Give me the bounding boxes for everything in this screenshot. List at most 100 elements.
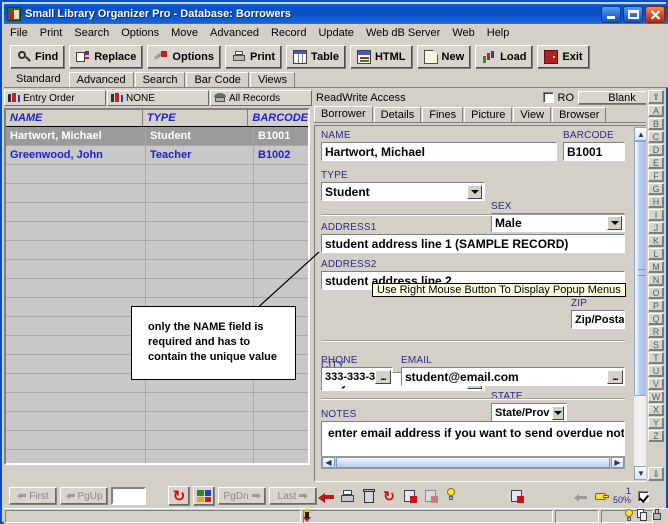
menu-item-update[interactable]: Update [312, 25, 359, 41]
table-row-empty[interactable] [6, 222, 308, 241]
back-nav-icon[interactable] [570, 487, 589, 505]
menu-item-print[interactable]: Print [34, 25, 69, 41]
find-button[interactable]: Find [10, 45, 66, 69]
table-row-empty[interactable] [6, 203, 308, 222]
type-combobox[interactable]: Student [321, 182, 485, 201]
alpha-index-l[interactable]: L [648, 248, 664, 260]
table-row-empty[interactable] [6, 450, 308, 463]
alpha-index-k[interactable]: K [648, 235, 664, 247]
new-button[interactable]: New [416, 45, 472, 69]
alpha-index-p[interactable]: P [648, 300, 664, 312]
tab-standard[interactable]: Standard [8, 71, 68, 87]
table-button[interactable]: Table [286, 45, 346, 69]
table-row-empty[interactable] [6, 184, 308, 203]
menu-item-advanced[interactable]: Advanced [204, 25, 265, 41]
email-input[interactable]: student@email.com ... [401, 367, 625, 386]
record-scope-selector[interactable]: All Records [210, 90, 312, 106]
html-button[interactable]: HTML [349, 45, 413, 69]
alpha-index-v[interactable]: V [648, 378, 664, 390]
records-grid[interactable]: NAME TYPE BARCODE Hartwort, Michael Stud… [4, 108, 310, 465]
alpha-index-x[interactable]: X [648, 404, 664, 416]
alpha-index-o[interactable]: O [648, 287, 664, 299]
minimize-icon[interactable] [601, 5, 621, 23]
address1-input[interactable]: student address line 1 (SAMPLE RECORD) [321, 234, 625, 253]
tab-picture[interactable]: Picture [464, 107, 513, 122]
record-number-input[interactable] [111, 487, 147, 505]
hand-pointer-icon[interactable] [591, 487, 610, 505]
print-button[interactable]: Print [224, 45, 283, 69]
load-button[interactable]: Load [475, 45, 534, 69]
color-blocks-icon[interactable] [193, 486, 215, 506]
name-input[interactable]: Hartwort, Michael [321, 142, 557, 161]
save-record-icon[interactable] [401, 487, 419, 505]
alpha-index-i[interactable]: I [648, 209, 664, 221]
tab-advanced[interactable]: Advanced [68, 72, 134, 87]
read-only-checkbox[interactable] [542, 92, 554, 103]
alpha-index-g[interactable]: G [648, 183, 664, 195]
table-row-empty[interactable] [6, 165, 308, 184]
phone-more-button[interactable]: ... [375, 370, 391, 384]
scrollbar-thumb[interactable] [336, 457, 610, 468]
lock-icon[interactable] [650, 509, 662, 521]
column-header-barcode[interactable]: BARCODE [248, 110, 308, 126]
scroll-left-icon[interactable]: ◀ [322, 457, 335, 468]
alpha-index-t[interactable]: T [648, 352, 664, 364]
alpha-index-j[interactable]: J [648, 222, 664, 234]
table-row-empty[interactable] [6, 431, 308, 450]
up-arrow-icon[interactable]: ⇧ [648, 90, 664, 104]
delete-trash-icon[interactable] [359, 487, 377, 505]
alpha-index-n[interactable]: N [648, 274, 664, 286]
alpha-index-b[interactable]: B [648, 118, 664, 130]
alpha-index-m[interactable]: M [648, 261, 664, 273]
page-up-button[interactable]: PgUp [60, 487, 108, 505]
zoom-checkbox[interactable] [638, 490, 649, 502]
barcode-input[interactable]: B1001 [563, 142, 625, 161]
table-row-empty[interactable] [6, 260, 308, 279]
menu-item-search[interactable]: Search [68, 25, 115, 41]
menu-item-web-db-server[interactable]: Web dB Server [360, 25, 446, 41]
lightbulb-icon[interactable] [443, 487, 461, 505]
chevron-down-icon[interactable] [467, 185, 482, 199]
alpha-index-s[interactable]: S [648, 339, 664, 351]
table-row[interactable]: Greenwood, John Teacher B1002 [6, 146, 308, 165]
table-row-empty[interactable] [6, 279, 308, 298]
tab-search[interactable]: Search [134, 72, 186, 87]
tab-bar-code[interactable]: Bar Code [186, 72, 249, 87]
alpha-index-f[interactable]: F [648, 170, 664, 182]
menu-item-options[interactable]: Options [115, 25, 165, 41]
tab-view[interactable]: View [513, 107, 552, 122]
alpha-index-a[interactable]: A [648, 105, 664, 117]
down-arrow-icon[interactable]: ⇩ [648, 467, 664, 481]
menu-item-file[interactable]: File [4, 25, 34, 41]
replace-button[interactable]: Replace [69, 45, 144, 69]
page-down-button[interactable]: PgDn [218, 487, 266, 505]
back-arrow-icon[interactable] [317, 487, 335, 505]
alpha-index-r[interactable]: R [648, 326, 664, 338]
alpha-index-w[interactable]: W [648, 391, 664, 403]
alpha-index-h[interactable]: H [648, 196, 664, 208]
notes-horizontal-scrollbar[interactable]: ◀ ▶ [321, 456, 625, 469]
save-record-icon[interactable] [508, 487, 527, 505]
zip-input[interactable]: Zip/Postal [571, 310, 625, 329]
alpha-index-e[interactable]: E [648, 157, 664, 169]
copy-icon[interactable] [636, 509, 648, 521]
refresh-icon[interactable]: ↻ [168, 486, 190, 506]
tab-fines[interactable]: Fines [422, 107, 464, 122]
alpha-index-u[interactable]: U [648, 365, 664, 377]
options-button[interactable]: Options [147, 45, 221, 69]
alpha-index-c[interactable]: C [648, 131, 664, 143]
column-header-type[interactable]: TYPE [143, 110, 249, 126]
sort-order-selector[interactable]: Entry Order [4, 90, 106, 106]
close-icon[interactable] [645, 5, 665, 23]
table-row-empty[interactable] [6, 393, 308, 412]
lightbulb-icon[interactable] [622, 509, 634, 521]
menu-item-help[interactable]: Help [481, 25, 516, 41]
exit-button[interactable]: Exit [537, 45, 590, 69]
column-header-name[interactable]: NAME [6, 110, 143, 126]
alpha-index-q[interactable]: Q [648, 313, 664, 325]
first-record-button[interactable]: First [9, 487, 57, 505]
tab-views[interactable]: Views [249, 72, 296, 87]
scroll-right-icon[interactable]: ▶ [611, 457, 624, 468]
refresh-icon[interactable]: ↻ [380, 487, 398, 505]
copy-record-icon[interactable] [422, 487, 440, 505]
